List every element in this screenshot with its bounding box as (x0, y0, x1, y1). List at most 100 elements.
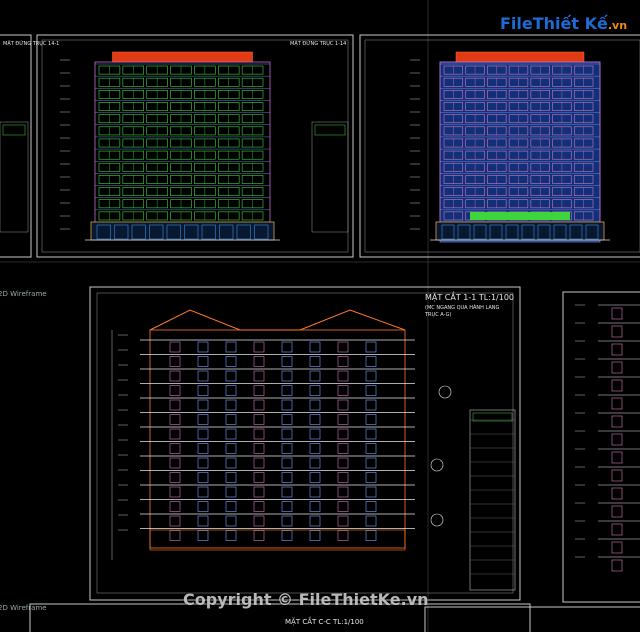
section-window (253, 356, 265, 367)
cad-drawing-canvas[interactable] (0, 0, 640, 632)
section-window (337, 399, 349, 411)
logo-file-text: File (500, 14, 533, 33)
section-window (309, 385, 321, 396)
section-window (365, 370, 377, 382)
detail-marker (430, 513, 444, 527)
section-window (365, 501, 377, 512)
sheet1-title: MẶT ĐỨNG TRỤC 1-14 (290, 41, 347, 47)
section-window (169, 341, 181, 353)
section-window (281, 501, 293, 512)
section-window (337, 443, 349, 454)
section-window (281, 457, 293, 469)
section-window (309, 399, 321, 411)
section-window (309, 515, 321, 527)
section-window (225, 414, 237, 425)
section-window (225, 486, 237, 498)
section-window (253, 472, 265, 483)
section-window (337, 385, 349, 396)
section-window (169, 515, 181, 527)
section-window (197, 515, 209, 527)
section-window (169, 457, 181, 469)
section-window (281, 428, 293, 440)
sheet4-window (611, 307, 623, 320)
section-window (337, 515, 349, 527)
copyright-watermark: Copyright © FileThietKe.vn (183, 590, 429, 609)
section-window (365, 486, 377, 498)
section-window (309, 370, 321, 382)
section-window (197, 356, 209, 367)
section-window (337, 356, 349, 367)
section-window (169, 370, 181, 382)
section-window (281, 486, 293, 498)
section-window (225, 443, 237, 454)
elevation2-green-band (470, 212, 570, 220)
section-window (225, 428, 237, 440)
section-window (309, 356, 321, 367)
sheet4-window (611, 343, 623, 356)
viewport-style-label-2[interactable]: 2D Wireframe (0, 604, 47, 612)
section-window (309, 472, 321, 483)
section-window (365, 341, 377, 353)
section-window (225, 530, 237, 541)
section-window (253, 341, 265, 353)
section-window (197, 443, 209, 454)
sheet4-border (562, 291, 640, 603)
sheet2-border (0, 34, 32, 258)
section-window (253, 457, 265, 469)
section-window (337, 341, 349, 353)
section-window (169, 414, 181, 425)
section-window (365, 399, 377, 411)
section-window (253, 530, 265, 541)
section-window (281, 472, 293, 483)
logo-name-text: Thiết Kế (532, 14, 608, 33)
section-window (309, 486, 321, 498)
section-window (337, 501, 349, 512)
sheet4-window (611, 379, 623, 392)
section-window (225, 385, 237, 396)
section-window (281, 356, 293, 367)
section-window (169, 501, 181, 512)
viewport-style-label-1[interactable]: 2D Wireframe (0, 290, 47, 298)
section-window (169, 385, 181, 396)
section-window (225, 472, 237, 483)
sheet4-window (611, 523, 623, 536)
elevation2-roof (455, 51, 585, 63)
section-window (281, 530, 293, 541)
site-logo: FileThiết Kế.vn (500, 14, 627, 33)
logo-domain-text: .vn (607, 19, 628, 32)
sheet3-title: MẶT CẮT 1-1 TL:1/100 (425, 293, 514, 302)
section-window (309, 341, 321, 353)
sheet4-window (611, 451, 623, 464)
section-window (365, 472, 377, 483)
elevation1-base (90, 221, 275, 241)
sheet2-title-block (0, 121, 29, 233)
section-window (337, 457, 349, 469)
section-window (337, 530, 349, 541)
section-window (253, 399, 265, 411)
section-window (281, 515, 293, 527)
section-window (197, 341, 209, 353)
elevation2-base (435, 221, 605, 241)
sheet4-window (611, 541, 623, 554)
section-window (197, 385, 209, 396)
section-window (197, 472, 209, 483)
section-window (309, 501, 321, 512)
sheet-section-border (89, 286, 521, 601)
section-window (337, 414, 349, 425)
section-window (253, 501, 265, 512)
section-window (225, 399, 237, 411)
section-window (365, 530, 377, 541)
sheet4-window (611, 325, 623, 338)
section-window (365, 356, 377, 367)
section-window (225, 501, 237, 512)
section-window (197, 501, 209, 512)
section-window (253, 428, 265, 440)
section-window (225, 341, 237, 353)
section-window (169, 399, 181, 411)
section-window (281, 399, 293, 411)
section-window (337, 472, 349, 483)
section-window (169, 443, 181, 454)
section-window (337, 370, 349, 382)
sheet3-subtitle: (MC NGANG QUA HÀNH LANG (425, 305, 500, 311)
section-window (197, 457, 209, 469)
